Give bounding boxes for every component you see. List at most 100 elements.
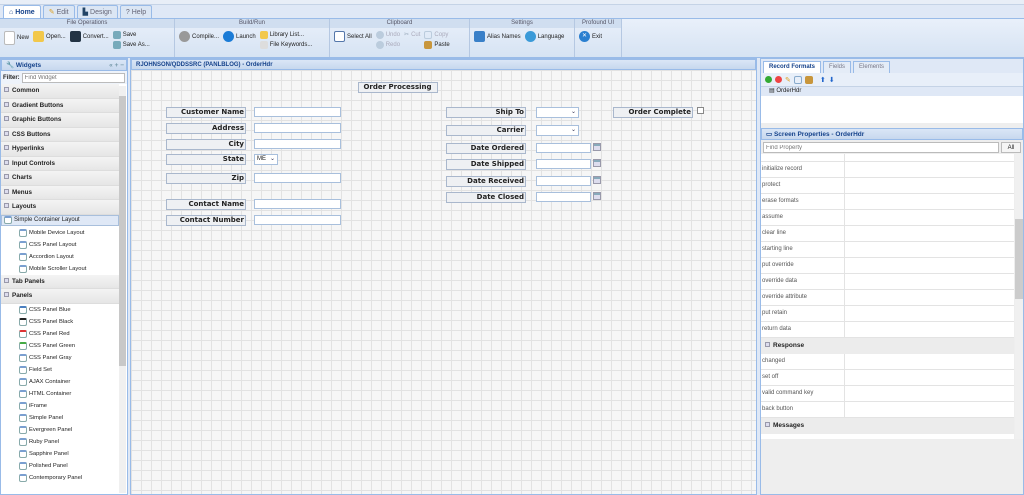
- property-value[interactable]: [845, 402, 1014, 417]
- property-value[interactable]: [845, 354, 1014, 369]
- tab-design[interactable]: ▙ Design: [76, 5, 118, 18]
- property-value[interactable]: [845, 290, 1014, 305]
- date-closed-label[interactable]: Date Closed: [446, 192, 526, 203]
- date-ordered-label[interactable]: Date Ordered: [446, 143, 526, 154]
- widget-item[interactable]: Simple Container Layout: [1, 214, 119, 226]
- exit-button[interactable]: ✕ Exit: [579, 31, 602, 42]
- undo-button[interactable]: Undo: [375, 31, 400, 39]
- order-complete-checkbox[interactable]: [697, 107, 704, 114]
- save-as-button[interactable]: Save As...: [112, 41, 150, 49]
- widget-item[interactable]: Polished Panel: [1, 460, 119, 472]
- property-row[interactable]: initialize record: [761, 162, 1014, 178]
- widget-item[interactable]: Ruby Panel: [1, 436, 119, 448]
- customer-name-input[interactable]: [254, 107, 341, 117]
- contact-number-input[interactable]: [254, 215, 341, 225]
- city-label[interactable]: City: [166, 139, 246, 150]
- property-row[interactable]: put override: [761, 258, 1014, 274]
- property-row[interactable]: protect: [761, 178, 1014, 194]
- paste-button[interactable]: Paste: [424, 41, 450, 49]
- widget-item[interactable]: Mobile Device Layout: [1, 227, 119, 239]
- launch-button[interactable]: Launch: [223, 31, 256, 42]
- property-row[interactable]: put retain: [761, 306, 1014, 322]
- filter-input[interactable]: [21, 72, 125, 83]
- tab-elements[interactable]: Elements: [853, 61, 891, 73]
- ship-to-label[interactable]: Ship To: [446, 107, 526, 118]
- widget-scrollbar[interactable]: [119, 86, 126, 493]
- scroll-thumb[interactable]: [1015, 219, 1023, 299]
- library-list-button[interactable]: Library List...: [259, 31, 313, 39]
- widget-item[interactable]: Simple Panel: [1, 412, 119, 424]
- date-shipped-input[interactable]: [536, 159, 591, 169]
- scroll-thumb[interactable]: [119, 96, 126, 366]
- move-up-icon[interactable]: ⬆: [820, 76, 826, 84]
- property-value[interactable]: [845, 210, 1014, 225]
- ship-to-select[interactable]: ⌄: [536, 107, 579, 118]
- property-row[interactable]: starting line: [761, 242, 1014, 258]
- property-row[interactable]: clear line: [761, 226, 1014, 242]
- redo-button[interactable]: Redo: [375, 41, 400, 49]
- order-processing-heading[interactable]: Order Processing: [358, 82, 438, 93]
- widget-item[interactable]: CSS Panel Red: [1, 328, 119, 340]
- file-keywords-button[interactable]: File Keywords...: [259, 41, 312, 49]
- property-row[interactable]: changed: [761, 354, 1014, 370]
- find-property-input[interactable]: [763, 142, 999, 153]
- pencil-icon[interactable]: ✎: [785, 76, 791, 84]
- property-value[interactable]: [845, 258, 1014, 273]
- property-value[interactable]: [845, 322, 1014, 337]
- panel-controls[interactable]: « + −: [109, 60, 124, 71]
- zip-label[interactable]: Zip: [166, 173, 246, 184]
- property-row[interactable]: override attribute: [761, 290, 1014, 306]
- calendar-icon[interactable]: [593, 176, 601, 184]
- property-row[interactable]: [761, 434, 1014, 439]
- add-icon[interactable]: [765, 76, 772, 83]
- date-closed-input[interactable]: [536, 192, 591, 202]
- contact-name-label[interactable]: Contact Name: [166, 199, 246, 210]
- calendar-icon[interactable]: [593, 143, 601, 151]
- property-value[interactable]: [845, 178, 1014, 193]
- record-item-orderhdr[interactable]: ▤ OrderHdr: [761, 87, 1023, 96]
- carrier-label[interactable]: Carrier: [446, 125, 526, 136]
- widget-category-tab-panels[interactable]: Tab Panels: [1, 274, 119, 289]
- contact-number-label[interactable]: Contact Number: [166, 215, 246, 226]
- move-down-icon[interactable]: ⬇: [829, 76, 835, 84]
- widget-item[interactable]: CSS Panel Blue: [1, 304, 119, 316]
- state-label[interactable]: State: [166, 154, 246, 165]
- widget-item[interactable]: AJAX Container: [1, 376, 119, 388]
- widget-item[interactable]: Contemporary Panel: [1, 472, 119, 484]
- property-scrollbar[interactable]: [1015, 154, 1023, 439]
- date-received-input[interactable]: [536, 176, 591, 186]
- state-select[interactable]: ME ⌄: [254, 154, 278, 165]
- property-row[interactable]: back button: [761, 402, 1014, 418]
- tab-record-formats[interactable]: Record Formats: [763, 61, 822, 73]
- carrier-select[interactable]: ⌄: [536, 125, 579, 136]
- remove-icon[interactable]: [775, 76, 782, 83]
- widget-category-css-buttons[interactable]: CSS Buttons: [1, 127, 119, 142]
- property-value[interactable]: [845, 306, 1014, 321]
- property-section-response[interactable]: Response: [761, 338, 1014, 354]
- widget-category-input-controls[interactable]: Input Controls: [1, 156, 119, 171]
- property-row[interactable]: assume: [761, 210, 1014, 226]
- tab-help[interactable]: ? Help: [119, 5, 153, 18]
- widget-item[interactable]: Accordion Layout: [1, 251, 119, 263]
- select-all-button[interactable]: Select All: [334, 31, 372, 42]
- widget-category-charts[interactable]: Charts: [1, 171, 119, 186]
- property-value[interactable]: [845, 386, 1014, 401]
- tab-fields[interactable]: Fields: [823, 61, 852, 73]
- property-row[interactable]: return data: [761, 322, 1014, 338]
- widget-category-layouts[interactable]: Layouts: [1, 200, 119, 215]
- widget-item[interactable]: Evergreen Panel: [1, 424, 119, 436]
- widget-category-common[interactable]: Common: [1, 84, 119, 99]
- customer-name-label[interactable]: Customer Name: [166, 107, 246, 118]
- compile-button[interactable]: Compile...: [179, 31, 219, 42]
- paste-icon[interactable]: [804, 75, 813, 84]
- widget-item[interactable]: iFrame: [1, 400, 119, 412]
- widget-category-graphic-buttons[interactable]: Graphic Buttons: [1, 113, 119, 128]
- address-input[interactable]: [254, 123, 341, 133]
- widget-category-gradient-buttons[interactable]: Gradient Buttons: [1, 98, 119, 113]
- language-button[interactable]: Language: [524, 31, 564, 42]
- all-button[interactable]: All: [1001, 142, 1021, 153]
- widget-category-hyperlinks[interactable]: Hyperlinks: [1, 142, 119, 157]
- calendar-icon[interactable]: [593, 159, 601, 167]
- widget-item[interactable]: Mobile Scroller Layout: [1, 263, 119, 275]
- tab-home[interactable]: ⌂ Home: [3, 5, 41, 18]
